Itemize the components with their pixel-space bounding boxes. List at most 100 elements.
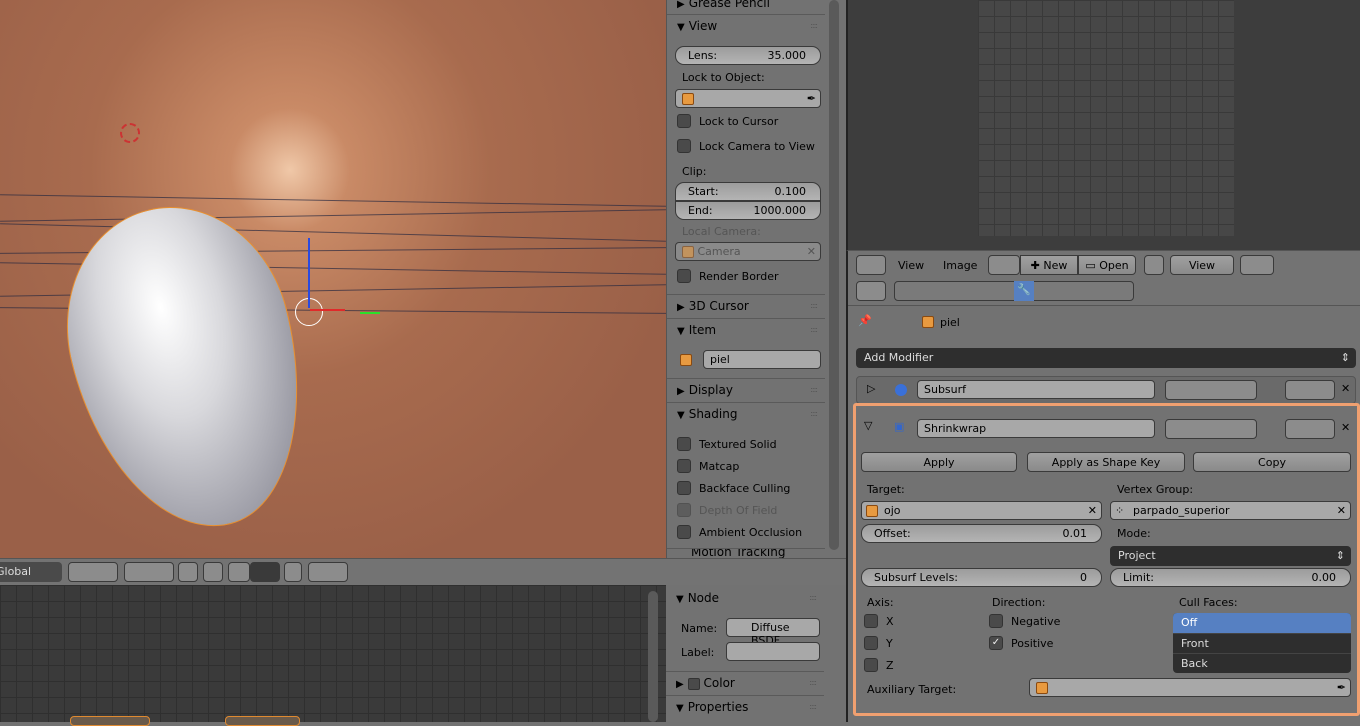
depth-of-field-checkbox[interactable] bbox=[677, 503, 691, 517]
node-editor-canvas[interactable] bbox=[0, 585, 666, 726]
editor-type-icon[interactable] bbox=[856, 281, 886, 301]
label: Positive bbox=[1011, 637, 1054, 650]
apply-shape-key-button[interactable]: Apply as Shape Key bbox=[1027, 452, 1185, 472]
view-menu[interactable]: View bbox=[898, 259, 924, 272]
offset-field[interactable]: Offset: 0.01 bbox=[861, 524, 1102, 543]
clear-icon[interactable]: ✕ bbox=[1088, 504, 1097, 517]
remove-icon[interactable]: ✕ bbox=[1341, 421, 1350, 434]
clip-start-field[interactable]: Start: 0.100 bbox=[675, 182, 821, 201]
matcap-checkbox[interactable] bbox=[677, 459, 691, 473]
gizmo-y-axis[interactable] bbox=[360, 312, 380, 314]
render-border-checkbox[interactable] bbox=[677, 269, 691, 283]
proportional-edit-icon[interactable] bbox=[203, 562, 223, 582]
cull-option-back[interactable]: Back bbox=[1173, 653, 1351, 673]
label: Textured Solid bbox=[699, 438, 777, 451]
section-properties[interactable]: ▼ Properties:::: bbox=[666, 695, 824, 717]
node[interactable] bbox=[70, 716, 150, 726]
checkbox[interactable] bbox=[687, 677, 700, 690]
orientation-dropdown[interactable]: Global bbox=[0, 562, 62, 582]
clear-icon[interactable]: ✕ bbox=[807, 245, 816, 258]
image-menu[interactable]: Image bbox=[943, 259, 977, 272]
pivot-icon[interactable] bbox=[1240, 255, 1274, 275]
section-grease-pencil[interactable]: ▶ Grease Pencil bbox=[667, 0, 846, 10]
copy-button[interactable]: Copy bbox=[1193, 452, 1351, 472]
snap-magnet-icon[interactable] bbox=[228, 562, 250, 582]
subsurf-levels-field[interactable]: Subsurf Levels: 0 bbox=[861, 568, 1102, 587]
negative-checkbox[interactable] bbox=[989, 614, 1003, 628]
snap-element-icon[interactable] bbox=[250, 562, 280, 582]
visibility-toggles[interactable] bbox=[1165, 419, 1257, 439]
label: Lens: bbox=[688, 49, 718, 62]
cull-faces-label: Cull Faces: bbox=[1179, 596, 1238, 609]
eyedropper-icon[interactable]: ✒ bbox=[807, 92, 816, 105]
collapse-icon[interactable]: ▽ bbox=[864, 419, 872, 432]
render-buttons-icon[interactable] bbox=[308, 562, 348, 582]
eyedropper-icon[interactable]: ✒ bbox=[1337, 681, 1346, 694]
section-item[interactable]: ▼ Item:::: bbox=[667, 318, 825, 340]
label: Offset: bbox=[874, 527, 911, 540]
open-image-button[interactable]: ▭ Open bbox=[1078, 255, 1136, 275]
backface-culling-checkbox[interactable] bbox=[677, 481, 691, 495]
clear-icon[interactable]: ✕ bbox=[1337, 504, 1346, 517]
new-image-button[interactable]: ✚ New bbox=[1020, 255, 1078, 275]
image-editor[interactable] bbox=[846, 0, 1360, 250]
wrench-modifier-tab-icon[interactable]: 🔧 bbox=[1014, 281, 1034, 301]
snap-target-icon[interactable] bbox=[284, 562, 302, 582]
lock-layers-icon[interactable] bbox=[178, 562, 198, 582]
modifier-name-field[interactable]: Shrinkwrap bbox=[917, 419, 1155, 438]
image-browse-icon[interactable] bbox=[988, 255, 1020, 275]
gizmo-x-axis[interactable] bbox=[310, 309, 345, 311]
apply-button[interactable]: Apply bbox=[861, 452, 1017, 472]
editor-type-icon[interactable] bbox=[856, 255, 886, 275]
section-shading[interactable]: ▼ Shading:::: bbox=[667, 402, 825, 424]
ambient-occlusion-checkbox[interactable] bbox=[677, 525, 691, 539]
section-color[interactable]: ▶ Color:::: bbox=[666, 671, 824, 693]
object-name-field[interactable]: piel bbox=[703, 350, 821, 369]
node[interactable] bbox=[225, 716, 300, 726]
section-display[interactable]: ▶ Display:::: bbox=[667, 378, 825, 400]
modifier-name-field[interactable]: Subsurf bbox=[917, 380, 1155, 399]
target-field[interactable]: ojo ✕ bbox=[861, 501, 1102, 520]
view-mode-dropdown[interactable]: View bbox=[1170, 255, 1234, 275]
lock-to-cursor-checkbox[interactable] bbox=[677, 114, 691, 128]
mode-dropdown[interactable]: Project ⇕ bbox=[1110, 546, 1351, 566]
node-name-field[interactable]: Diffuse BSDF bbox=[726, 618, 820, 647]
textured-solid-checkbox[interactable] bbox=[677, 437, 691, 451]
layers-1-button[interactable] bbox=[68, 562, 118, 582]
selected-mesh-object[interactable] bbox=[39, 182, 335, 553]
local-camera-field[interactable]: Camera ✕ bbox=[675, 242, 821, 261]
lock-camera-checkbox[interactable] bbox=[677, 139, 691, 153]
pin-icon[interactable] bbox=[1144, 255, 1164, 275]
axis-x-checkbox[interactable] bbox=[864, 614, 878, 628]
image-canvas[interactable] bbox=[978, 0, 1234, 236]
cull-option-front[interactable]: Front bbox=[1173, 633, 1351, 653]
axis-y-checkbox[interactable] bbox=[864, 636, 878, 650]
lock-object-field[interactable]: ✒ bbox=[675, 89, 821, 108]
pin-icon[interactable]: 📌 bbox=[858, 314, 872, 327]
scrollbar[interactable] bbox=[829, 0, 839, 550]
move-up-down-buttons[interactable] bbox=[1285, 380, 1335, 400]
limit-field[interactable]: Limit: 0.00 bbox=[1110, 568, 1351, 587]
lens-field[interactable]: Lens: 35.000 bbox=[675, 46, 821, 65]
move-up-down-buttons[interactable] bbox=[1285, 419, 1335, 439]
positive-checkbox[interactable]: ✓ bbox=[989, 636, 1003, 650]
scrollbar[interactable] bbox=[648, 591, 658, 722]
layers-2-button[interactable] bbox=[124, 562, 174, 582]
auxiliary-target-field[interactable]: ✒ bbox=[1029, 678, 1351, 697]
remove-icon[interactable]: ✕ bbox=[1341, 382, 1350, 395]
cull-option-off[interactable]: Off bbox=[1173, 613, 1351, 633]
3d-cursor-icon[interactable] bbox=[120, 123, 140, 143]
node-label-field[interactable] bbox=[726, 642, 820, 661]
section-motion-tracking[interactable]: Motion Tracking bbox=[667, 548, 825, 558]
gizmo-z-axis[interactable] bbox=[308, 238, 310, 308]
section-node[interactable]: ▼ Node:::: bbox=[666, 587, 824, 609]
vertex-group-field[interactable]: ⁘ parpado_superior ✕ bbox=[1110, 501, 1351, 520]
section-3d-cursor[interactable]: ▶ 3D Cursor:::: bbox=[667, 294, 825, 316]
section-view[interactable]: ▼ View:::: bbox=[667, 14, 825, 36]
axis-z-checkbox[interactable] bbox=[864, 658, 878, 672]
add-modifier-dropdown[interactable]: Add Modifier ⇕ bbox=[856, 348, 1356, 368]
expand-icon[interactable]: ▷ bbox=[867, 382, 875, 395]
3d-viewport[interactable] bbox=[0, 0, 666, 558]
clip-end-field[interactable]: End: 1000.000 bbox=[675, 201, 821, 220]
visibility-toggles[interactable] bbox=[1165, 380, 1257, 400]
